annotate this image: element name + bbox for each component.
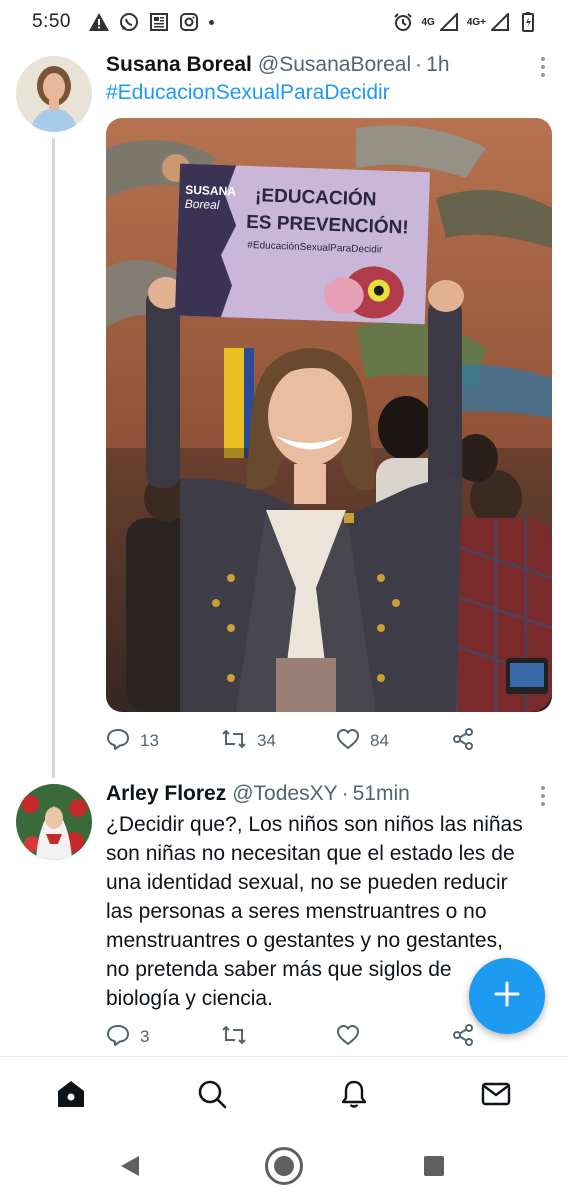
share-icon [451, 727, 475, 756]
recents-button[interactable] [414, 1148, 454, 1188]
tweet-text-line: menstruantres o gestantes y no gestantes… [106, 929, 503, 952]
retweet-button[interactable]: 34 [221, 728, 276, 755]
tweet-text-line: ¿Decidir que?, Los niños son niños las n… [106, 813, 523, 836]
avatar[interactable] [16, 56, 92, 132]
tweet-actions: 3 [106, 1022, 476, 1052]
reply-button[interactable]: 3 [106, 1023, 149, 1052]
author-name[interactable]: Arley Florez [106, 782, 226, 806]
share-button[interactable] [451, 1023, 475, 1052]
like-count: 84 [370, 731, 389, 750]
retweet-icon [221, 1024, 247, 1051]
retweet-count: 34 [257, 731, 276, 750]
author-handle[interactable]: @SusanaBoreal [258, 53, 411, 77]
retweet-button[interactable] [221, 1024, 257, 1051]
notifications-icon [339, 1079, 369, 1114]
tweet-text-line: las personas a seres menstruantres o no [106, 900, 487, 923]
tab-search[interactable] [195, 1079, 229, 1113]
tweet-photo[interactable]: SUSANA Boreal ¡EDUCACIÓN ES PREVENCIÓN! … [106, 118, 552, 712]
sign-title-line1: ¡EDUCACIÓN [255, 184, 377, 210]
like-button[interactable] [336, 1024, 370, 1051]
reply-icon [106, 727, 130, 756]
tweet-text-line: son niñas no necesitan que el estado les… [106, 842, 515, 865]
reply-count: 13 [140, 731, 159, 750]
hashtag-link[interactable]: #EducacionSexualParaDecidir [106, 81, 552, 105]
tab-notifications[interactable] [337, 1079, 371, 1113]
tab-home[interactable] [54, 1079, 88, 1113]
tweet-header: Susana Boreal @SusanaBoreal · 1h [106, 53, 552, 77]
share-icon [451, 1023, 475, 1052]
tweet-actions: 13 34 84 [106, 726, 476, 756]
plus-icon [493, 980, 521, 1013]
messages-icon [481, 1079, 511, 1114]
tweet-time: 51min [352, 782, 410, 805]
tweet-susana[interactable]: Susana Boreal @SusanaBoreal · 1h #Educac… [0, 0, 568, 778]
separator: · [341, 782, 349, 805]
tweet-header: Arley Florez @TodesXY · 51min [106, 782, 552, 806]
reply-icon [106, 1023, 130, 1052]
home-circle-icon [264, 1146, 304, 1191]
thread-line [52, 138, 55, 778]
author-name[interactable]: Susana Boreal [106, 53, 252, 77]
tweet-time: 1h [426, 53, 450, 76]
search-icon [197, 1079, 227, 1114]
reply-button[interactable]: 13 [106, 727, 159, 756]
separator: · [415, 53, 423, 76]
back-button[interactable] [110, 1148, 150, 1188]
avatar[interactable] [16, 784, 92, 860]
more-options-icon[interactable] [540, 57, 546, 77]
heart-icon [336, 1024, 360, 1051]
share-button[interactable] [451, 727, 475, 756]
more-options-icon[interactable] [540, 786, 546, 806]
retweet-icon [221, 728, 247, 755]
back-icon [119, 1154, 141, 1183]
system-navigation-bar [0, 1136, 568, 1200]
home-button[interactable] [264, 1146, 304, 1191]
like-button[interactable]: 84 [336, 728, 389, 755]
sign-brand-line2: Boreal [185, 197, 220, 212]
recents-icon [423, 1155, 445, 1182]
tweet-text-line: una identidad sexual, no se pueden reduc… [106, 871, 508, 894]
heart-icon [336, 728, 360, 755]
reply-count: 3 [140, 1027, 150, 1046]
tab-messages[interactable] [479, 1079, 513, 1113]
home-icon [56, 1079, 86, 1114]
bottom-tab-bar [0, 1056, 568, 1136]
author-handle[interactable]: @TodesXY [232, 782, 337, 806]
compose-tweet-button[interactable] [469, 958, 545, 1034]
